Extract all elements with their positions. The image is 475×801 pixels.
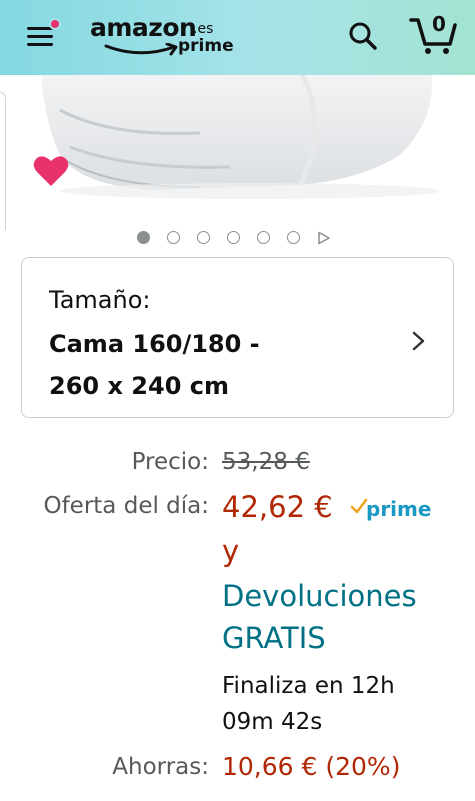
free-returns-line2: GRATIS	[222, 621, 326, 655]
duvet-product-image	[40, 75, 440, 199]
top-nav-bar: amazon .es prime 0	[0, 0, 475, 75]
play-video-icon[interactable]	[317, 231, 331, 245]
amazon-prime-logo[interactable]: amazon .es prime	[90, 13, 234, 63]
image-pager[interactable]	[137, 230, 337, 246]
savings-value: 10,66 € (20%)	[222, 752, 401, 781]
notification-dot	[49, 18, 61, 30]
image-thumbnail-edge[interactable]	[0, 92, 6, 230]
menu-icon-bar	[27, 35, 53, 38]
list-price: 53,28 €	[222, 449, 310, 475]
pager-dot[interactable]	[167, 231, 180, 244]
smile-arrow-icon	[104, 43, 178, 56]
size-label: Tamaño:	[49, 286, 151, 314]
free-returns-line1: Devoluciones	[222, 579, 417, 613]
deal-label: Oferta del día:	[43, 493, 209, 519]
heart-icon	[33, 156, 69, 186]
size-value-line1: Cama 160/180 -	[49, 330, 260, 358]
deal-price: 42,62 €	[222, 490, 333, 524]
countdown-line2: 09m 42s	[222, 709, 323, 735]
pager-dot-active[interactable]	[137, 231, 150, 244]
menu-button[interactable]	[24, 18, 62, 54]
size-value: Cama 160/180 - 260 x 240 cm	[49, 323, 329, 407]
price-label: Precio:	[131, 449, 209, 475]
pager-dot[interactable]	[197, 231, 210, 244]
wishlist-button[interactable]	[33, 155, 69, 191]
prime-badge-label: prime	[366, 497, 432, 521]
logo-tld: .es	[193, 21, 214, 37]
size-value-line2: 260 x 240 cm	[49, 372, 229, 400]
pager-dot[interactable]	[257, 231, 270, 244]
search-button[interactable]	[345, 18, 381, 54]
free-returns-link[interactable]: Devoluciones GRATIS	[222, 575, 417, 659]
deal-countdown: Finaliza en 12h 09m 42s	[222, 668, 395, 740]
pager-dot[interactable]	[227, 231, 240, 244]
logo-prime: prime	[178, 36, 234, 56]
product-image-gallery[interactable]	[0, 75, 475, 230]
cart-button[interactable]: 0	[408, 10, 458, 56]
chevron-right-icon	[412, 331, 425, 351]
size-selector[interactable]: Tamaño: Cama 160/180 - 260 x 240 cm	[21, 257, 454, 418]
cart-count: 0	[432, 12, 446, 36]
conjunction-text: y	[222, 534, 240, 568]
pager-dot[interactable]	[287, 231, 300, 244]
search-icon	[349, 22, 377, 50]
countdown-line1: Finaliza en 12h	[222, 673, 395, 699]
savings-label: Ahorras:	[112, 754, 209, 780]
menu-icon-bar	[27, 43, 53, 46]
